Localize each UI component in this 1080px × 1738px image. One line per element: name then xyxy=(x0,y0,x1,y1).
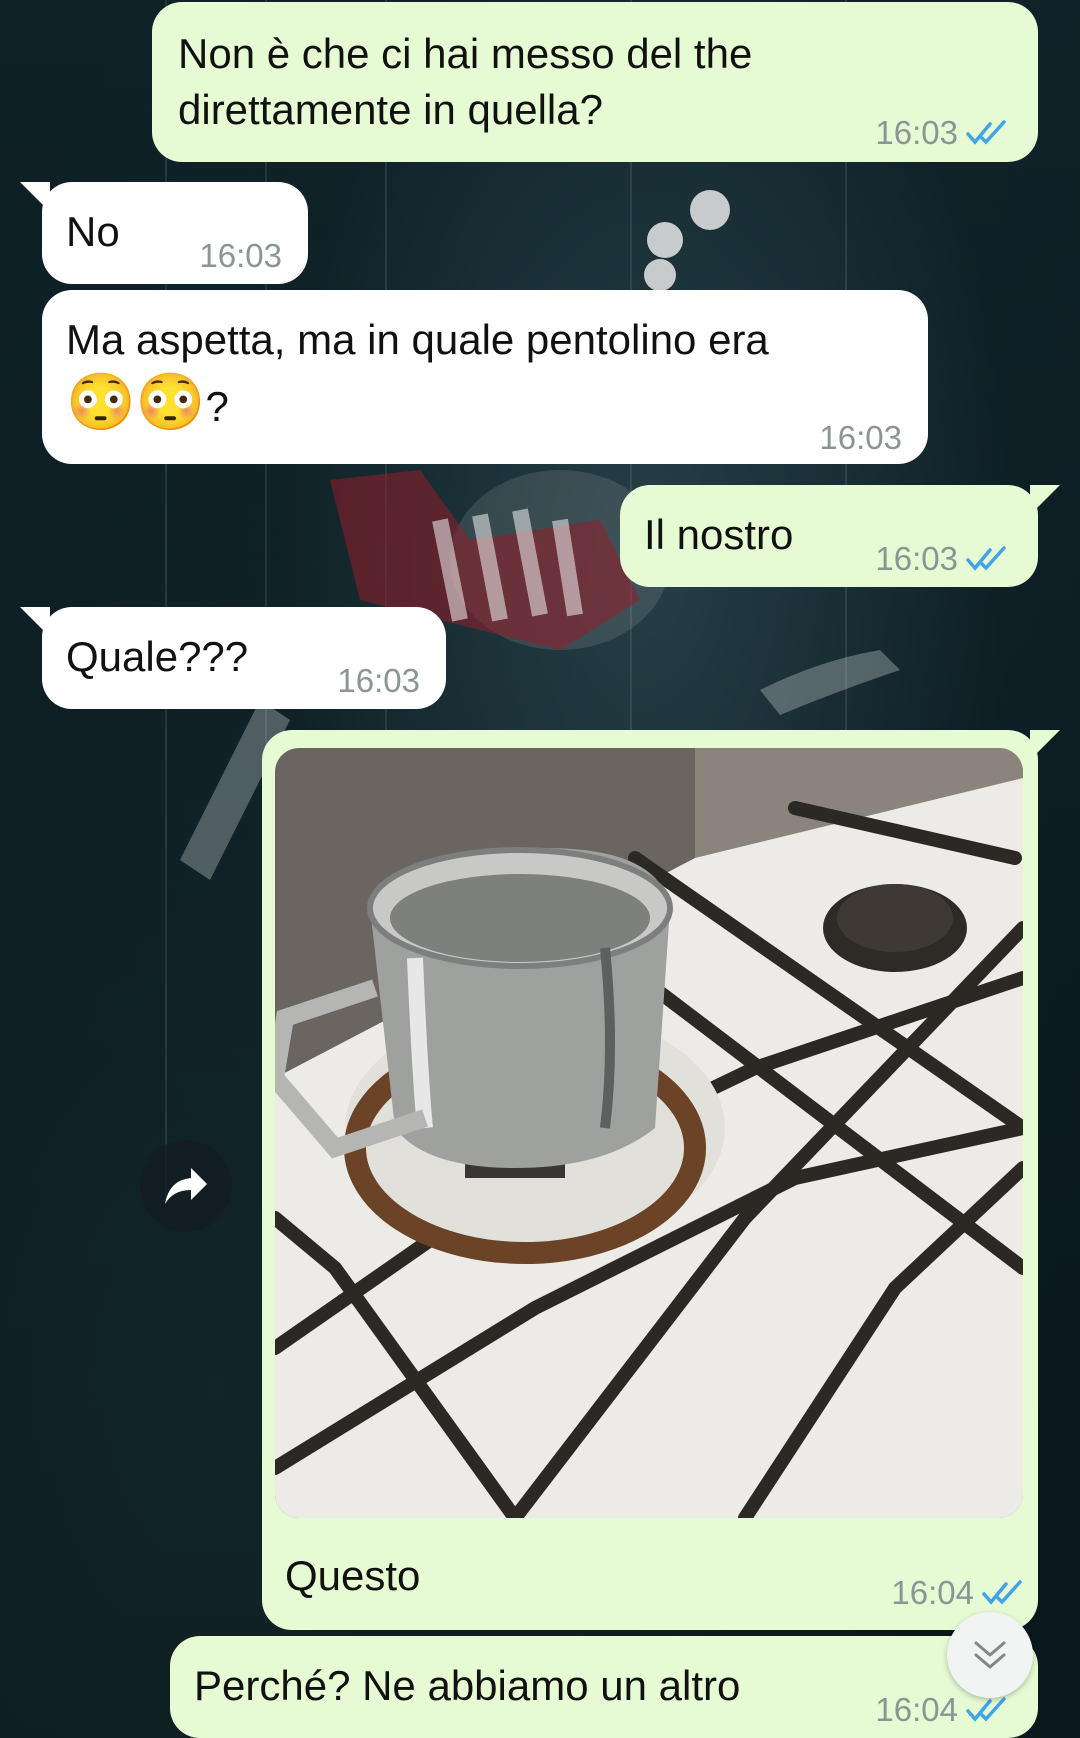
message-time: 16:03 xyxy=(199,237,282,274)
message-photo[interactable] xyxy=(275,748,1023,1518)
flushed-face-emoji: 😳😳 xyxy=(66,370,206,433)
message-text: Non è che ci hai messo del the direttame… xyxy=(178,30,753,133)
double-chevron-down-icon xyxy=(974,1641,1006,1669)
message-bubble-incoming[interactable]: Ma aspetta, ma in quale pentolino era 😳😳… xyxy=(42,290,928,464)
message-time: 16:03 xyxy=(875,540,958,577)
message-meta: 16:03 xyxy=(819,410,902,466)
message-time: 16:04 xyxy=(875,1691,958,1728)
message-meta: 16:03 xyxy=(337,653,420,709)
message-text: Il nostro xyxy=(644,511,794,558)
bubble-tail xyxy=(20,182,50,212)
image-caption: Questo xyxy=(285,1552,421,1599)
message-text: Ma aspetta, ma in quale pentolino era 😳😳… xyxy=(66,316,769,433)
message-time: 16:03 xyxy=(819,419,902,456)
double-check-icon xyxy=(966,1697,1006,1722)
double-check-icon xyxy=(966,120,1006,145)
message-bubble-incoming[interactable]: No 16:03 xyxy=(20,182,308,284)
message-bubble-outgoing[interactable]: Non è che ci hai messo del the direttame… xyxy=(152,2,1038,162)
message-time: 16:03 xyxy=(875,114,958,151)
message-meta: 16:04 xyxy=(891,1574,1026,1612)
message-bubble-outgoing[interactable]: Perché? Ne abbiamo un altro 16:04 xyxy=(170,1636,1038,1738)
double-check-icon xyxy=(966,546,1006,571)
message-meta: 16:03 xyxy=(199,228,282,284)
message-meta: 16:03 xyxy=(875,531,1010,587)
message-text: Quale??? xyxy=(66,633,249,680)
bubble-tail xyxy=(20,607,50,637)
message-text: No xyxy=(66,208,120,255)
message-time: 16:03 xyxy=(337,662,420,699)
message-time: 16:04 xyxy=(891,1574,974,1611)
forward-button[interactable] xyxy=(140,1140,232,1232)
double-check-icon xyxy=(982,1580,1022,1605)
scroll-to-bottom-button[interactable] xyxy=(947,1612,1033,1698)
stove-photo xyxy=(275,748,1023,1518)
forward-arrow-icon xyxy=(165,1168,207,1204)
message-text: Perché? Ne abbiamo un altro xyxy=(194,1662,741,1709)
message-meta: 16:03 xyxy=(875,105,1010,161)
bubble-tail xyxy=(1030,485,1060,515)
message-bubble-incoming[interactable]: Quale??? 16:03 xyxy=(20,607,446,709)
message-bubble-outgoing[interactable]: Il nostro 16:03 xyxy=(620,485,1060,587)
bubble-tail xyxy=(1030,730,1060,760)
